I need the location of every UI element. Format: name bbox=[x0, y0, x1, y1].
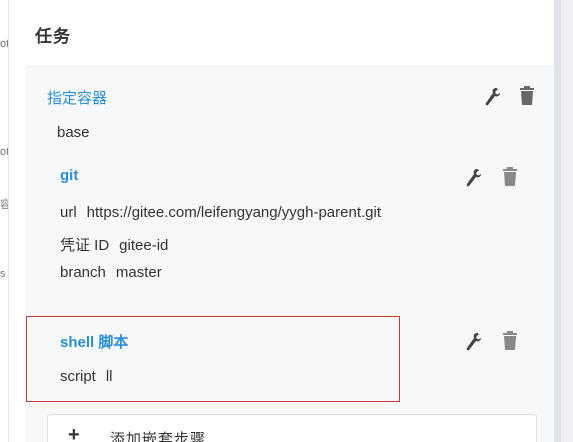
trash-icon bbox=[503, 331, 517, 350]
container-step-title: 指定容器 bbox=[47, 90, 108, 107]
container-delete-button[interactable] bbox=[517, 85, 537, 107]
git-param-branch: branch master bbox=[60, 264, 162, 281]
pipeline-task-editor: ot ot 容 s 任务 指定容器 base git url https://g… bbox=[0, 0, 573, 442]
highlight-annotation-box bbox=[26, 316, 400, 402]
param-value: gitee-id bbox=[119, 237, 169, 254]
shell-edit-button[interactable] bbox=[464, 331, 484, 353]
param-value: https://gitee.com/leifengyang/yygh-paren… bbox=[86, 204, 382, 221]
plus-icon: + bbox=[68, 424, 80, 442]
trash-icon bbox=[503, 167, 517, 186]
left-edge-glyph: s bbox=[0, 268, 6, 280]
container-base-value: base bbox=[57, 124, 90, 141]
git-edit-button[interactable] bbox=[464, 167, 484, 189]
param-value: master bbox=[115, 264, 162, 281]
scrollbar-thumb[interactable] bbox=[553, 0, 561, 442]
section-title: 任务 bbox=[35, 27, 71, 46]
left-edge-strip: ot ot 容 s bbox=[0, 0, 11, 442]
container-edit-button[interactable] bbox=[483, 86, 503, 108]
shell-delete-button[interactable] bbox=[500, 330, 520, 352]
add-nested-step-button[interactable]: + 添加嵌套步骤 bbox=[47, 414, 537, 442]
git-step-card[interactable]: git url https://gitee.com/leifengyang/yyg… bbox=[40, 153, 554, 303]
scrollbar-track[interactable] bbox=[553, 0, 573, 442]
wrench-icon bbox=[485, 88, 500, 106]
trash-icon bbox=[520, 86, 534, 105]
wrench-icon bbox=[466, 169, 481, 187]
git-param-credential: 凭证 ID gitee-id bbox=[60, 234, 168, 255]
wrench-icon bbox=[466, 333, 481, 351]
task-panel: 任务 指定容器 base git url https://gitee.com/l… bbox=[8, 0, 554, 442]
add-nested-step-label: 添加嵌套步骤 bbox=[110, 431, 207, 442]
param-key: branch bbox=[60, 264, 106, 281]
git-delete-button[interactable] bbox=[500, 166, 520, 188]
git-step-title: git bbox=[60, 167, 79, 184]
git-param-url: url https://gitee.com/leifengyang/yygh-pa… bbox=[60, 204, 381, 221]
param-key: 凭证 ID bbox=[60, 237, 110, 254]
param-key: url bbox=[60, 204, 77, 221]
